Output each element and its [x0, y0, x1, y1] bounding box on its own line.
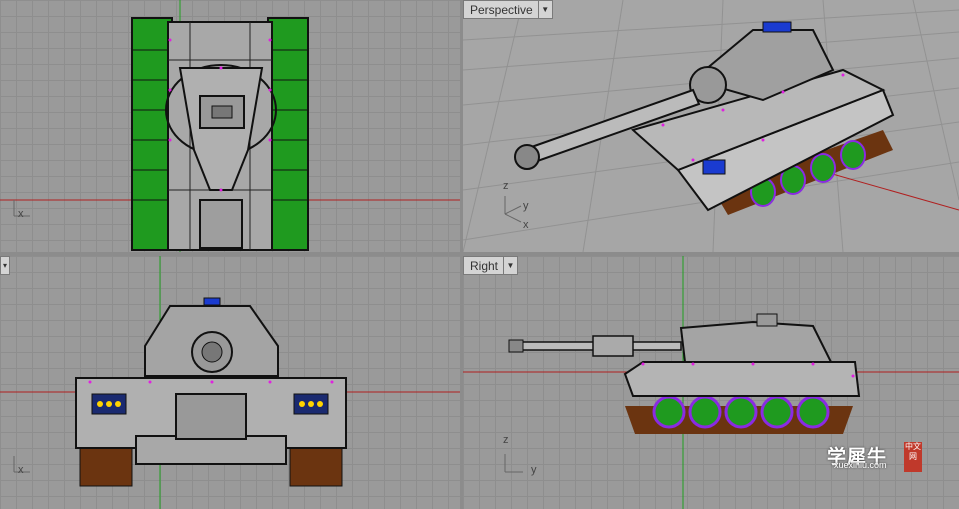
viewport-label-right[interactable]: Right ▼ — [463, 256, 519, 275]
viewport-title: Perspective — [470, 2, 533, 17]
tank-perspective-view — [463, 0, 959, 252]
tank-top-view — [0, 0, 460, 252]
viewport-label-front[interactable]: ▾ — [0, 256, 10, 275]
tank-front-view — [0, 256, 460, 509]
viewport-perspective[interactable]: Perspective ▼ z y x — [463, 0, 959, 252]
axis-x-label: x — [523, 219, 529, 231]
axis-x-label: x — [18, 208, 24, 220]
chevron-down-icon[interactable]: ▾ — [1, 257, 9, 274]
viewport-label-perspective[interactable]: Perspective ▼ — [463, 0, 553, 19]
chevron-down-icon[interactable]: ▼ — [537, 1, 552, 18]
chevron-down-icon[interactable]: ▼ — [503, 257, 517, 274]
watermark-logo: 学犀牛 xuexiniu.com 中文网 — [827, 438, 925, 472]
axis-y-label: y — [531, 464, 537, 476]
viewport-title: Right — [470, 258, 499, 273]
axis-y-label: y — [523, 200, 529, 212]
axis-z-label: z — [503, 180, 509, 192]
viewport-front[interactable]: ▾ x — [0, 256, 460, 509]
viewport-top[interactable]: x — [0, 0, 460, 252]
watermark-tag: 中文网 — [904, 442, 922, 472]
axis-x-label: x — [18, 464, 24, 476]
axis-z-label: z — [503, 434, 509, 446]
watermark-url: xuexiniu.com — [834, 460, 887, 470]
